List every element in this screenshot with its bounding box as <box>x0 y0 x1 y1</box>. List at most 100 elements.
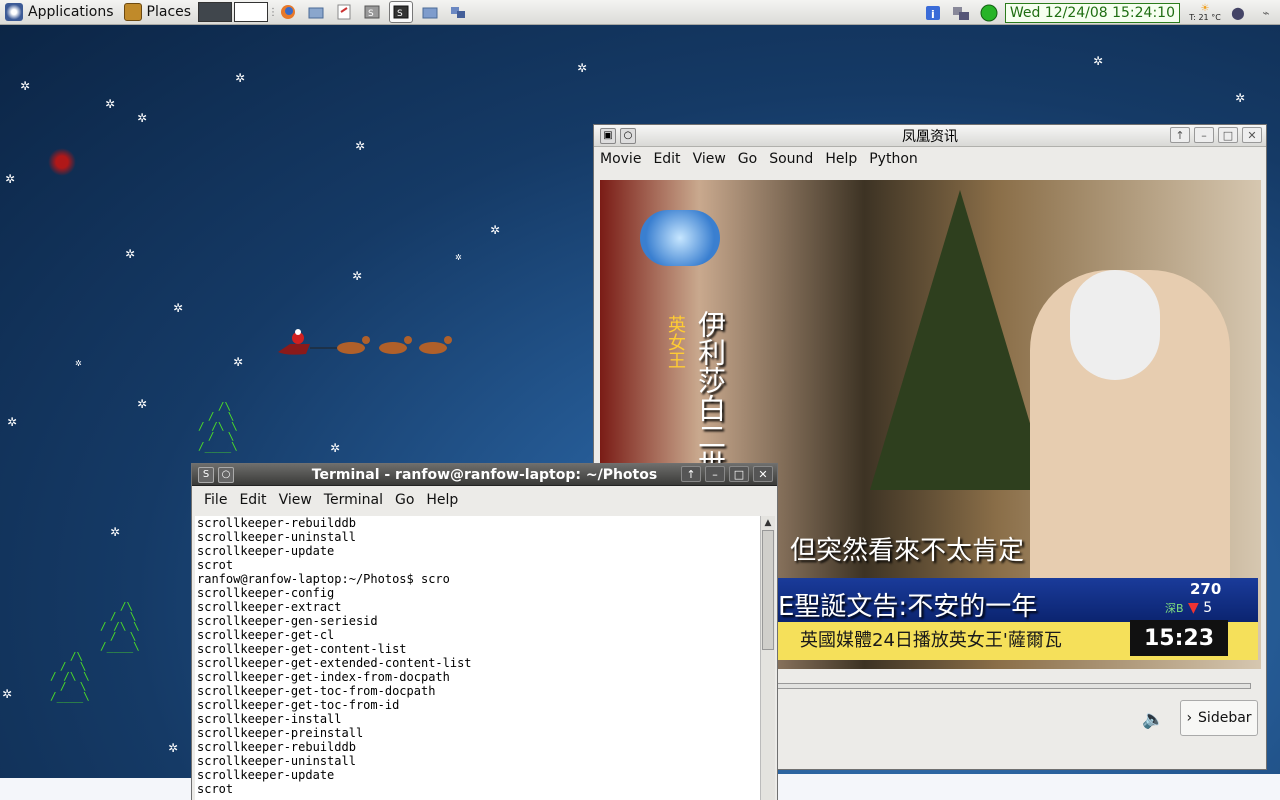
terminal-window: S ○ Terminal - ranfow@ranfow-laptop: ~/P… <box>191 463 778 800</box>
snowflake-icon: ✲ <box>1235 91 1246 105</box>
stat-top: 270 <box>1190 580 1222 598</box>
info-icon[interactable]: i <box>922 3 944 23</box>
weather-applet[interactable]: ☀ T: 21 °C <box>1186 2 1224 22</box>
terminal-icon[interactable]: S <box>389 1 414 23</box>
player-titlebar[interactable]: ▣ ○ 凤凰资讯 ↑ – □ ✕ <box>594 125 1266 147</box>
firefox-icon[interactable] <box>277 2 299 22</box>
window-menu-icon[interactable]: ▣ <box>600 127 616 144</box>
terminal-menubar: File Edit View Terminal Go Help <box>192 486 777 514</box>
vertical-caption-yellow: 英女王 <box>665 315 686 369</box>
snowflake-icon: ✲ <box>330 441 341 455</box>
terminal-line: scrollkeeper-config <box>197 586 335 600</box>
files-icon[interactable] <box>305 2 327 22</box>
workspace-1[interactable] <box>198 2 233 22</box>
sticky-icon[interactable]: ○ <box>218 466 234 483</box>
terminal-line: scrollkeeper-get-toc-from-id <box>197 698 400 712</box>
broadcast-time: 15:23 <box>1130 620 1228 656</box>
snowflake-icon: ✲ <box>75 359 82 368</box>
gedit-icon[interactable] <box>333 2 355 22</box>
sidebar-button[interactable]: › Sidebar <box>1180 700 1258 736</box>
terminal-line: scrollkeeper-update <box>197 544 335 558</box>
snowflake-icon: ✲ <box>490 223 501 237</box>
terminal-line: ranfow@ranfow-laptop:~/Photos$ scro <box>197 572 450 586</box>
svg-text:S: S <box>397 9 403 19</box>
menu-movie[interactable]: Movie <box>594 151 647 167</box>
close-button[interactable]: ✕ <box>1242 127 1262 143</box>
applications-label: Applications <box>28 4 114 20</box>
status-green-icon[interactable] <box>978 3 1000 23</box>
terminal-line: scrollkeeper-rebuilddb <box>197 516 356 530</box>
places-folder-icon <box>123 3 142 21</box>
sticky-icon[interactable]: ○ <box>620 127 636 144</box>
svg-text:i: i <box>931 8 935 21</box>
terminal-line: scrollkeeper-gen-seriesid <box>197 614 378 628</box>
shade-button[interactable]: ↑ <box>681 466 701 482</box>
terminal-icon[interactable]: S <box>361 2 383 22</box>
terminal-line: scrollkeeper-get-content-list <box>197 642 407 656</box>
shade-button[interactable]: ↑ <box>1170 127 1190 143</box>
terminal-output[interactable]: scrollkeeper-rebuilddb scrollkeeper-unins… <box>195 516 760 800</box>
gnome-foot-icon <box>5 3 23 21</box>
window-menu-icon[interactable]: S <box>198 466 214 483</box>
network-status-icon[interactable] <box>950 3 972 23</box>
weather-sun-icon: ☀ <box>1200 2 1210 14</box>
menu-go[interactable]: Go <box>389 492 420 508</box>
terminal-line: scrollkeeper-uninstall <box>197 754 356 768</box>
close-button[interactable]: ✕ <box>753 466 773 482</box>
snowflake-icon: ✲ <box>173 301 184 315</box>
menu-view[interactable]: View <box>273 492 318 508</box>
menu-edit[interactable]: Edit <box>647 151 686 167</box>
minimize-button[interactable]: – <box>705 466 725 482</box>
maximize-button[interactable]: □ <box>729 466 749 482</box>
snowflake-icon: ✲ <box>233 355 244 369</box>
network-icon[interactable] <box>447 2 469 22</box>
terminal-line: scrollkeeper-update <box>197 768 335 782</box>
snowflake-icon: ✲ <box>235 71 246 85</box>
headline-caption: E聖誕文告:不安的一年 <box>778 592 1038 622</box>
snowflake-icon: ✲ <box>7 415 18 429</box>
minimize-button[interactable]: – <box>1194 127 1214 143</box>
scroll-thumb[interactable] <box>762 530 774 650</box>
svg-text:S: S <box>368 9 374 19</box>
tray-misc-icon[interactable]: ⌁ <box>1255 3 1277 23</box>
workspace-2[interactable] <box>234 2 269 22</box>
volume-icon[interactable]: 🔈 <box>1142 709 1164 730</box>
scroll-up-icon[interactable]: ▲ <box>761 516 775 530</box>
xmas-tree-icon: /\ / \ / /\ \ / \ /____\ <box>198 400 238 453</box>
stat-bottom: 深B ▼ 5 <box>1165 600 1213 616</box>
phoenix-logo-icon <box>640 210 720 266</box>
snowflake-icon: ✲ <box>352 269 363 283</box>
sleigh-reindeer-icon <box>278 329 452 355</box>
places-menu[interactable]: Places <box>119 0 197 25</box>
menu-go[interactable]: Go <box>732 151 763 167</box>
menu-help[interactable]: Help <box>420 492 464 508</box>
places-label: Places <box>146 4 192 20</box>
clock[interactable]: Wed 12/24/08 15:24:10 <box>1004 2 1180 23</box>
update-icon[interactable]: ⬤ <box>1227 3 1249 23</box>
menu-file[interactable]: File <box>198 492 233 508</box>
folder-icon[interactable] <box>419 2 441 22</box>
maximize-button[interactable]: □ <box>1218 127 1238 143</box>
player-menubar: Movie Edit View Go Sound Help Python <box>594 147 1266 171</box>
terminal-line: scrot <box>197 558 234 572</box>
menu-python[interactable]: Python <box>863 151 924 167</box>
snowflake-icon: ✲ <box>2 687 13 701</box>
subtitle-caption: 但突然看來不太肯定 <box>790 536 1025 566</box>
weather-temp: T: 21 °C <box>1189 12 1221 22</box>
terminal-line: scrollkeeper-rebuilddb <box>197 740 356 754</box>
snowflake-icon: ✲ <box>105 97 116 111</box>
terminal-titlebar[interactable]: S ○ Terminal - ranfow@ranfow-laptop: ~/P… <box>192 464 777 486</box>
terminal-scrollbar[interactable]: ▲ <box>760 516 775 800</box>
menu-edit[interactable]: Edit <box>233 492 272 508</box>
menu-help[interactable]: Help <box>819 151 863 167</box>
chevron-right-icon: › <box>1186 710 1193 726</box>
stat-bottom-value: 5 <box>1203 600 1213 616</box>
santa-icon <box>48 148 76 176</box>
menu-view[interactable]: View <box>687 151 732 167</box>
menu-terminal[interactable]: Terminal <box>318 492 389 508</box>
applications-menu[interactable]: Applications <box>0 0 119 25</box>
terminal-line: scrollkeeper-get-extended-content-list <box>197 656 472 670</box>
snow-ground <box>0 778 192 800</box>
menu-sound[interactable]: Sound <box>763 151 819 167</box>
snowflake-icon: ✲ <box>110 525 121 539</box>
